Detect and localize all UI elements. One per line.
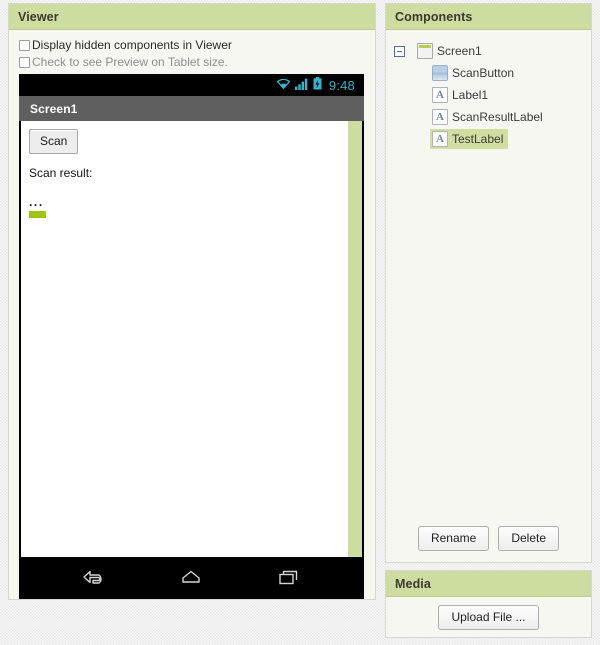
- wifi-icon: [276, 78, 291, 93]
- tree-node-testlabel[interactable]: A TestLabel: [394, 128, 585, 150]
- scan-result-label-preview[interactable]: Scan result:: [29, 166, 348, 180]
- components-actions: Rename Delete: [386, 526, 591, 562]
- components-panel-header: Components: [386, 4, 591, 30]
- tree-node-screen1[interactable]: Screen1: [394, 40, 585, 62]
- components-panel: Components Screen1 ScanButton A Label1 A: [385, 3, 592, 563]
- tree-node-scanbutton[interactable]: ScanButton: [394, 62, 585, 84]
- status-bar-time: 9:48: [328, 77, 355, 93]
- label-icon: A: [432, 109, 448, 125]
- components-tree: Screen1 ScanButton A Label1 A ScanResult…: [386, 30, 591, 526]
- signal-icon: [294, 78, 309, 93]
- phone-screen-title: Screen1: [30, 101, 78, 116]
- tree-node-label1-content[interactable]: A Label1: [430, 85, 493, 105]
- tree-node-scanresultlabel-label: ScanResultLabel: [452, 110, 543, 124]
- phone-status-bar: 9:48: [19, 74, 364, 96]
- label-icon: A: [432, 131, 448, 147]
- rename-button[interactable]: Rename: [417, 526, 490, 551]
- viewer-panel-header: Viewer: [9, 4, 375, 30]
- tablet-preview-row[interactable]: Check to see Preview on Tablet size.: [19, 54, 365, 70]
- display-hidden-components-label: Display hidden components in Viewer: [32, 38, 232, 52]
- viewer-panel-body: Display hidden components in Viewer Chec…: [9, 30, 375, 599]
- tree-node-scanbutton-content[interactable]: ScanButton: [430, 63, 519, 83]
- tree-node-label1-label: Label1: [452, 88, 489, 102]
- dots-label-preview[interactable]: ...: [29, 196, 348, 208]
- home-icon[interactable]: [176, 567, 206, 590]
- media-panel-header: Media: [386, 571, 591, 597]
- recents-icon[interactable]: [274, 567, 304, 590]
- tablet-preview-label: Check to see Preview on Tablet size.: [32, 55, 228, 69]
- tree-node-testlabel-content[interactable]: A TestLabel: [430, 129, 509, 149]
- test-label-preview-selected[interactable]: [29, 211, 46, 218]
- display-hidden-components-row[interactable]: Display hidden components in Viewer: [19, 37, 365, 53]
- label-icon: A: [432, 87, 448, 103]
- media-panel-body: Upload File ...: [386, 597, 591, 637]
- tree-node-screen1-content[interactable]: Screen1: [415, 41, 487, 61]
- display-hidden-components-checkbox[interactable]: [19, 39, 30, 51]
- upload-file-button[interactable]: Upload File ...: [438, 604, 539, 630]
- media-panel: Media Upload File ...: [385, 570, 592, 638]
- phone-canvas[interactable]: Scan Scan result: ...: [21, 121, 348, 557]
- phone-title-bar: Screen1: [19, 96, 364, 121]
- back-icon[interactable]: [79, 567, 109, 590]
- phone-preview: 9:48 Screen1 Scan Scan result: ...: [19, 74, 364, 599]
- phone-canvas-wrapper: Scan Scan result: ...: [21, 121, 362, 557]
- button-icon: [432, 65, 448, 81]
- tree-node-label1[interactable]: A Label1: [394, 84, 585, 106]
- tree-node-scanresultlabel[interactable]: A ScanResultLabel: [394, 106, 585, 128]
- tree-node-screen1-label: Screen1: [437, 44, 482, 58]
- battery-charging-icon: [313, 77, 322, 93]
- tree-node-testlabel-label: TestLabel: [452, 132, 504, 146]
- delete-button[interactable]: Delete: [498, 526, 560, 551]
- phone-canvas-scroll-indicator[interactable]: [348, 121, 362, 557]
- tree-node-scanresultlabel-content[interactable]: A ScanResultLabel: [430, 107, 548, 127]
- collapse-toggle-icon[interactable]: [394, 45, 405, 57]
- screen-icon: [417, 43, 433, 59]
- tablet-preview-checkbox[interactable]: [19, 56, 30, 68]
- phone-navigation-bar: [19, 557, 364, 599]
- tree-node-scanbutton-label: ScanButton: [452, 66, 515, 80]
- viewer-panel: Viewer Display hidden components in View…: [8, 3, 376, 600]
- scan-button-preview[interactable]: Scan: [29, 129, 79, 154]
